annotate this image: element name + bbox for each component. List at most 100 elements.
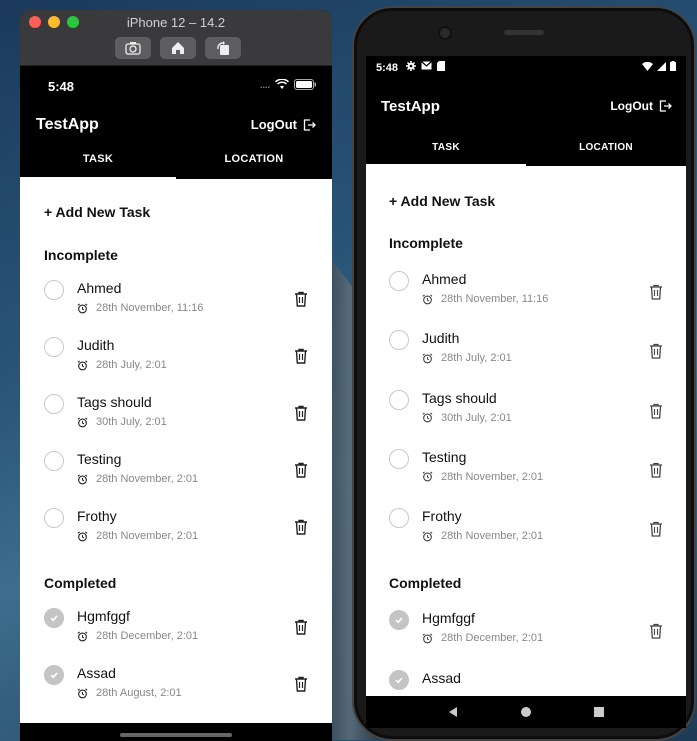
- trash-icon[interactable]: [649, 521, 663, 537]
- task-checkbox[interactable]: [389, 389, 409, 410]
- task-checkbox[interactable]: [44, 280, 64, 300]
- checkmark-icon: [50, 615, 58, 622]
- home-button[interactable]: [160, 37, 196, 59]
- trash-icon[interactable]: [649, 343, 663, 359]
- simulator-titlebar: iPhone 12 – 14.2: [20, 10, 332, 66]
- task-item: Tags should 30th July, 2:01: [44, 394, 308, 451]
- add-new-task-button[interactable]: + Add New Task: [44, 204, 308, 220]
- task-name: Hgmfggf: [77, 608, 130, 624]
- task-item: Assad 28th August, 2:01: [44, 665, 308, 722]
- trash-icon[interactable]: [649, 623, 663, 640]
- gmail-icon: [421, 61, 432, 70]
- task-time: 28th December, 2:01: [96, 630, 199, 642]
- trash-icon[interactable]: [294, 348, 308, 364]
- task-checkbox[interactable]: [44, 508, 64, 528]
- task-checkbox[interactable]: [44, 394, 64, 414]
- wifi-icon: [642, 61, 653, 71]
- task-time: 30th July, 2:01: [96, 416, 167, 428]
- task-checkbox-checked[interactable]: [389, 669, 409, 690]
- alarm-clock-icon: [422, 412, 433, 423]
- home-icon[interactable]: [520, 706, 532, 718]
- task-checkbox-checked[interactable]: [44, 665, 64, 685]
- alarm-clock-icon: [422, 293, 433, 304]
- alarm-clock-icon: [422, 353, 433, 364]
- trash-icon[interactable]: [294, 405, 308, 421]
- back-icon[interactable]: [447, 706, 459, 718]
- trash-icon[interactable]: [294, 291, 308, 307]
- task-checkbox[interactable]: [44, 451, 64, 471]
- task-time: 28th July, 2:01: [96, 359, 167, 371]
- task-item: Assad: [389, 669, 663, 696]
- task-name: Tags should: [77, 394, 152, 410]
- task-time: 28th November, 11:16: [441, 293, 549, 305]
- task-checkbox-checked[interactable]: [389, 610, 409, 631]
- home-icon: [172, 42, 184, 54]
- task-name: Ahmed: [77, 280, 122, 296]
- earpiece: [504, 30, 544, 35]
- task-name: Testing: [77, 451, 122, 467]
- task-time: 28th July, 2:01: [441, 352, 512, 365]
- alarm-clock-icon: [77, 416, 88, 427]
- task-checkbox[interactable]: [389, 448, 409, 469]
- alarm-clock-icon: [77, 530, 88, 541]
- trash-icon[interactable]: [294, 619, 308, 635]
- task-checkbox[interactable]: [389, 508, 409, 529]
- task-name: Tags should: [422, 389, 497, 406]
- rotate-button[interactable]: [205, 37, 241, 59]
- alarm-clock-icon: [422, 471, 433, 482]
- alarm-clock-icon: [422, 633, 433, 644]
- task-item: Frothy 28th November, 2:01: [389, 508, 663, 567]
- task-checkbox[interactable]: [389, 330, 409, 351]
- rotate-icon: [217, 41, 229, 55]
- checkmark-icon: [395, 677, 403, 684]
- task-item: Ahmed 28th November, 11:16: [44, 280, 308, 337]
- app-title: TestApp: [381, 98, 440, 115]
- android-device-frame: 5:48 TestApp LogOut TASK LOCATION + Add …: [352, 6, 696, 741]
- android-navigation-bar: [366, 696, 686, 728]
- task-name: Assad: [422, 669, 461, 686]
- tab-location[interactable]: LOCATION: [526, 133, 686, 166]
- incomplete-section-title: Incomplete: [389, 235, 463, 251]
- trash-icon[interactable]: [649, 284, 663, 300]
- ios-status-bar: 5:48 ....: [20, 67, 332, 110]
- trash-icon[interactable]: [294, 519, 308, 535]
- settings-icon: [406, 61, 416, 71]
- trash-icon[interactable]: [649, 462, 663, 478]
- tab-location[interactable]: LOCATION: [176, 139, 332, 179]
- add-new-task-button[interactable]: + Add New Task: [389, 193, 663, 209]
- status-time: 5:48: [376, 62, 399, 74]
- logout-button[interactable]: LogOut: [251, 117, 316, 132]
- task-checkbox[interactable]: [389, 271, 409, 291]
- task-time: 28th December, 2:01: [441, 632, 544, 645]
- task-item: Frothy 28th November, 2:01: [44, 508, 308, 565]
- task-item: Ahmed 28th November, 11:16: [389, 271, 663, 330]
- task-checkbox-checked[interactable]: [44, 608, 64, 628]
- front-camera: [438, 26, 452, 40]
- completed-section-title: Completed: [44, 575, 117, 591]
- trash-icon[interactable]: [294, 676, 308, 692]
- trash-icon[interactable]: [649, 403, 663, 419]
- task-time: 28th August, 2:01: [96, 687, 182, 699]
- alarm-clock-icon: [77, 630, 88, 641]
- tab-task[interactable]: TASK: [366, 133, 526, 166]
- task-item: Testing 28th November, 2:01: [389, 448, 663, 508]
- alarm-clock-icon: [77, 687, 88, 698]
- task-time: 28th November, 2:01: [441, 530, 544, 543]
- ios-screen: 5:48 .... TestApp LogOut TASK LOCATION +…: [20, 67, 332, 741]
- task-time: 28th November, 2:01: [441, 470, 544, 483]
- screenshot-button[interactable]: [115, 37, 151, 59]
- camera-icon: [125, 42, 141, 55]
- trash-icon[interactable]: [294, 462, 308, 478]
- home-indicator[interactable]: [120, 733, 232, 737]
- logout-button[interactable]: LogOut: [610, 99, 672, 113]
- logout-label: LogOut: [250, 117, 297, 132]
- tab-task[interactable]: TASK: [20, 139, 176, 179]
- task-item: Testing 28th November, 2:01: [44, 451, 308, 508]
- task-checkbox[interactable]: [44, 337, 64, 357]
- signal-icon: [657, 61, 666, 71]
- task-item: Judith 28th July, 2:01: [44, 337, 308, 394]
- recents-icon[interactable]: [593, 706, 605, 718]
- logout-icon: [659, 100, 672, 112]
- task-item: Judith 28th July, 2:01: [389, 330, 663, 389]
- task-name: Assad: [77, 665, 116, 681]
